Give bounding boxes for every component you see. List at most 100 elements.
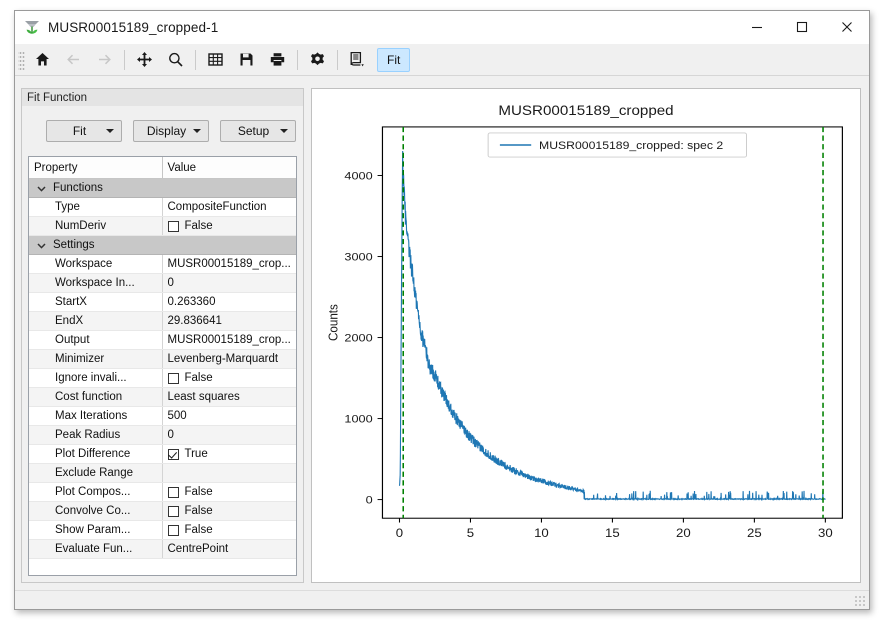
fit-toggle-button[interactable]: Fit <box>377 48 410 72</box>
property-value-cell[interactable]: Levenberg-Marquardt <box>162 350 296 369</box>
property-name-cell: Show Param... <box>29 521 162 540</box>
property-row[interactable]: Evaluate Fun...CentrePoint <box>29 540 296 559</box>
property-row[interactable]: EndX29.836641 <box>29 312 296 331</box>
print-icon[interactable] <box>263 46 292 74</box>
chevron-down-icon <box>193 129 201 133</box>
application-window: MUSR00015189_cropped-1 <box>14 10 870 610</box>
property-value-cell[interactable]: False <box>162 483 296 502</box>
pan-move-icon[interactable] <box>130 46 159 74</box>
property-row[interactable]: Plot DifferenceTrue <box>29 445 296 464</box>
checkbox-icon[interactable] <box>168 221 179 232</box>
property-name-cell: Workspace In... <box>29 274 162 293</box>
zoom-magnifier-icon[interactable] <box>161 46 190 74</box>
y-tick-label: 4000 <box>344 169 373 182</box>
property-row[interactable]: NumDerivFalse <box>29 217 296 236</box>
property-value-cell[interactable]: CompositeFunction <box>162 198 296 217</box>
chevron-down-icon <box>106 129 114 133</box>
chevron-down-icon[interactable] <box>29 183 53 194</box>
chart-title: MUSR00015189_cropped <box>498 104 673 119</box>
column-header-value[interactable]: Value <box>162 157 296 179</box>
property-group-label: Functions <box>53 182 103 194</box>
property-row[interactable]: Exclude Range <box>29 464 296 483</box>
maximize-button[interactable] <box>779 11 824 43</box>
resize-grip[interactable] <box>854 595 866 607</box>
property-row[interactable]: OutputMUSR00015189_crop... <box>29 331 296 350</box>
property-value-cell[interactable] <box>162 464 296 483</box>
property-row[interactable]: MinimizerLevenberg-Marquardt <box>29 350 296 369</box>
property-value-cell[interactable]: CentrePoint <box>162 540 296 559</box>
toolbar-separator <box>124 50 125 70</box>
property-value-cell[interactable]: Least squares <box>162 388 296 407</box>
display-dropdown-label: Display <box>134 124 193 138</box>
plot-toolbar: Fit <box>15 44 869 76</box>
back-arrow-icon[interactable] <box>59 46 88 74</box>
toolbar-grip[interactable] <box>18 50 25 70</box>
plot-panel[interactable]: MUSR00015189_cropped 01000200030004000Co… <box>311 88 861 583</box>
property-row[interactable]: Peak Radius0 <box>29 426 296 445</box>
property-row[interactable]: Show Param...False <box>29 521 296 540</box>
property-row[interactable]: Cost functionLeast squares <box>29 388 296 407</box>
property-value-cell[interactable]: MUSR00015189_crop... <box>162 255 296 274</box>
property-value-cell[interactable]: False <box>162 521 296 540</box>
property-row[interactable]: TypeCompositeFunction <box>29 198 296 217</box>
display-dropdown-button[interactable]: Display <box>133 120 209 142</box>
home-icon[interactable] <box>28 46 57 74</box>
property-value-label: False <box>185 372 213 384</box>
property-value-cell[interactable]: False <box>162 502 296 521</box>
checkbox-icon[interactable] <box>168 525 179 536</box>
property-row[interactable]: WorkspaceMUSR00015189_crop... <box>29 255 296 274</box>
property-value-label: False <box>185 505 213 517</box>
forward-arrow-icon[interactable] <box>90 46 119 74</box>
x-tick-label: 15 <box>605 527 620 540</box>
property-row[interactable]: Max Iterations500 <box>29 407 296 426</box>
property-value-cell[interactable]: 500 <box>162 407 296 426</box>
property-group-label: Settings <box>53 239 95 251</box>
property-row[interactable]: StartX0.263360 <box>29 293 296 312</box>
grid-table-icon[interactable] <box>201 46 230 74</box>
chevron-down-icon[interactable] <box>29 240 53 251</box>
close-button[interactable] <box>824 11 869 43</box>
property-value-cell[interactable]: 0 <box>162 426 296 445</box>
chevron-down-icon <box>280 129 288 133</box>
property-value-cell[interactable]: True <box>162 445 296 464</box>
property-name-cell: Evaluate Fun... <box>29 540 162 559</box>
property-row[interactable]: Ignore invali...False <box>29 369 296 388</box>
checkbox-icon[interactable] <box>168 373 179 384</box>
property-value-label: True <box>185 448 208 460</box>
property-value-cell[interactable]: 0.263360 <box>162 293 296 312</box>
property-value-cell[interactable]: False <box>162 217 296 236</box>
property-value-label: False <box>185 220 213 232</box>
checkbox-icon[interactable] <box>168 487 179 498</box>
property-table-container[interactable]: Property Value Functions TypeCompositeFun… <box>28 156 297 576</box>
plot-canvas[interactable]: MUSR00015189_cropped 01000200030004000Co… <box>312 89 860 582</box>
x-tick-label: 25 <box>747 527 762 540</box>
property-name-cell: StartX <box>29 293 162 312</box>
property-value-cell[interactable]: 0 <box>162 274 296 293</box>
property-row[interactable]: Workspace In...0 <box>29 274 296 293</box>
property-table-header: Property Value <box>29 157 296 179</box>
generate-script-icon[interactable] <box>343 46 372 74</box>
x-tick-label: 5 <box>467 527 474 540</box>
minimize-button[interactable] <box>734 11 779 43</box>
window-title: MUSR00015189_cropped-1 <box>48 20 218 35</box>
property-value-cell[interactable]: False <box>162 369 296 388</box>
fit-function-header: Fit Function <box>21 88 304 106</box>
fit-dropdown-label: Fit <box>47 124 106 138</box>
property-row[interactable]: Plot Compos...False <box>29 483 296 502</box>
save-disk-icon[interactable] <box>232 46 261 74</box>
checkbox-icon[interactable] <box>168 506 179 517</box>
fit-dropdown-button[interactable]: Fit <box>46 120 122 142</box>
settings-gear-icon[interactable] <box>303 46 332 74</box>
property-name-cell: Convolve Co... <box>29 502 162 521</box>
column-header-property[interactable]: Property <box>29 157 162 179</box>
setup-dropdown-button[interactable]: Setup <box>220 120 296 142</box>
property-row[interactable]: Convolve Co... False <box>29 502 296 521</box>
property-name-cell: Workspace <box>29 255 162 274</box>
property-group-row[interactable]: Functions <box>29 179 296 198</box>
property-group-row[interactable]: Settings <box>29 236 296 255</box>
property-value-cell[interactable]: MUSR00015189_crop... <box>162 331 296 350</box>
window-body: Fit Function Fit Display Setup <box>15 75 869 591</box>
checkbox-icon[interactable] <box>168 449 179 460</box>
toolbar-separator <box>297 50 298 70</box>
property-value-cell[interactable]: 29.836641 <box>162 312 296 331</box>
